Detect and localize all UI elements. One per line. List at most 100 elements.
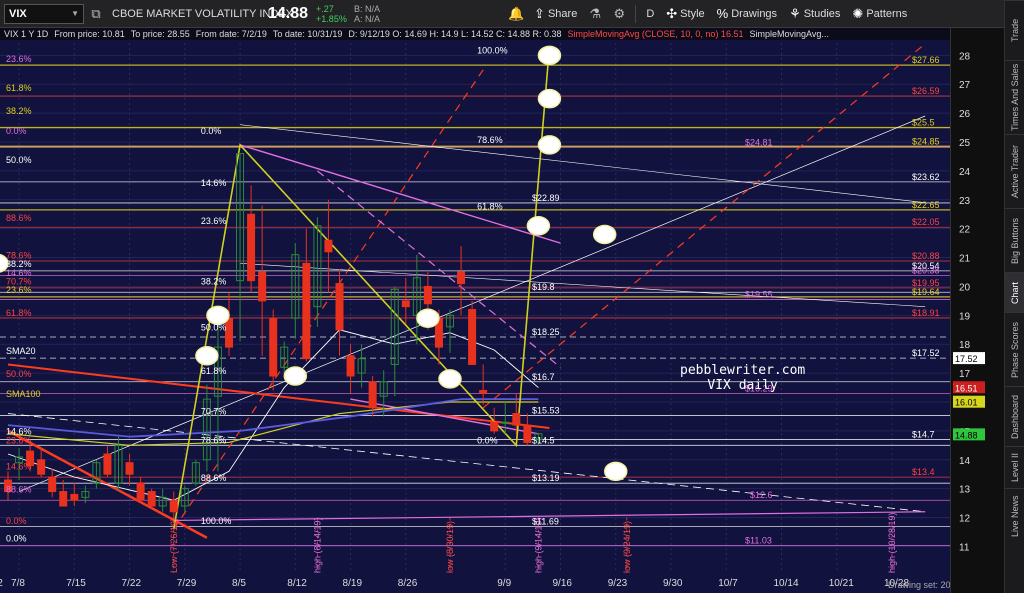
x-axis-tick: 7/22 [122, 578, 142, 589]
share-button[interactable]: ⇪ Share [528, 3, 583, 25]
sidebar-tab-big-buttons[interactable]: Big Buttons [1005, 208, 1024, 272]
candle [48, 468, 57, 498]
fib-ratio-label: 100.0% [201, 516, 232, 526]
to-date: To date: 10/31/19 [272, 29, 343, 39]
studies-icon: ⚘ [789, 5, 801, 21]
alert-bell-icon[interactable]: 🔔 [504, 3, 528, 25]
sidebar-tab-chart[interactable]: Chart [1005, 272, 1024, 312]
candle [302, 228, 311, 362]
price-badge-label: 17.52 [955, 354, 978, 364]
timeframe-button[interactable]: D [640, 3, 660, 25]
change-pct: +1.85% [316, 13, 347, 24]
price-level-label: $11.03 [745, 536, 772, 546]
sma-readout-2: SimpleMovingAvg... [749, 29, 829, 39]
candle-body [225, 317, 233, 348]
instrument-name: CBOE MARKET VOLATILITY INDEX [112, 7, 293, 20]
style-label: Style [680, 7, 705, 20]
ohlc-readout: D: 9/12/19 O: 14.69 H: 14.9 L: 14.52 C: … [348, 29, 562, 39]
x-axis-tick: 8/12 [287, 578, 307, 589]
candle-body [125, 462, 134, 475]
drawings-button[interactable]: % Drawings [711, 3, 783, 25]
candle-body [37, 459, 46, 475]
price-axis[interactable]: 28272625242322212019181716151413121117.5… [950, 28, 1004, 593]
fib-level-label: 50.0% [6, 155, 32, 165]
price-chart[interactable]: Low (7/26/19) high (8/14/19) low (8/30/19)… [0, 28, 950, 593]
sidebar-tab-live-news[interactable]: Live News [1005, 488, 1024, 544]
fib-level-label: 50.0% [6, 369, 32, 379]
x-axis-tick: 9/16 [553, 578, 573, 589]
chart-toolbar: VIX ▼ ⧉ CBOE MARKET VOLATILITY INDEX 14.… [0, 0, 1024, 28]
target-marker [438, 369, 462, 389]
y-axis-tick: 17 [959, 369, 971, 380]
flask-icon[interactable]: ⚗ [583, 3, 607, 25]
candle [390, 286, 399, 397]
last-price: 14.88 [268, 4, 309, 22]
candle-body [468, 309, 477, 365]
y-axis-tick: 26 [959, 109, 971, 120]
fib-level-label: 0.0% [6, 516, 27, 526]
price-level-label: $27.66 [912, 55, 940, 65]
price-badge-label: 14.88 [955, 430, 978, 440]
fib-ratio-label: 78.6% [201, 435, 227, 445]
candle-body [258, 271, 267, 302]
fib-ratio-label: 14.6% [201, 178, 227, 188]
fib-level-label: 88.6% [6, 484, 32, 494]
sidebar-tab-phase-scores[interactable]: Phase Scores [1005, 312, 1024, 386]
price-level-label: $25.5 [912, 118, 935, 128]
timeframe-label: D [646, 7, 655, 20]
price-level-label: $13.4 [912, 467, 935, 477]
price-level-label: $22.05 [912, 217, 940, 227]
price-level-label: $18.91 [912, 308, 940, 318]
studies-button[interactable]: ⚘ Studies [783, 3, 846, 25]
percent-icon: % [716, 6, 729, 21]
link-icon[interactable]: ⧉ [84, 3, 108, 25]
style-button[interactable]: ✣ Style [660, 3, 710, 25]
candle [280, 341, 289, 374]
trend-line [350, 398, 539, 435]
sidebar-tab-times-and-sales[interactable]: Times And Sales [1005, 60, 1024, 134]
candle [191, 459, 200, 486]
fib-ratio-label: 61.8% [477, 201, 503, 211]
fib-ratio-label: 70.7% [201, 406, 227, 416]
bid-value: B: N/A [354, 3, 381, 14]
price-level-label: $22.89 [532, 193, 560, 203]
x-axis-tick: 9/23 [608, 578, 628, 589]
watermark-site: pebblewriter.com [680, 363, 806, 378]
sidebar-tab-trade[interactable]: Trade [1005, 0, 1024, 60]
candle [225, 292, 233, 356]
candle-body [136, 482, 145, 501]
studies-label: Studies [803, 7, 841, 20]
price-change: +.27 +1.85% [316, 4, 350, 24]
candle [92, 459, 101, 489]
fib-ratio-label: 50.0% [201, 323, 227, 333]
patterns-label: Patterns [866, 7, 908, 20]
y-axis-tick: 20 [959, 282, 971, 293]
sidebar-tab-active-trader[interactable]: Active Trader [1005, 134, 1024, 208]
candle-body [335, 283, 344, 331]
candle-body [103, 453, 112, 475]
candle-body [346, 355, 355, 377]
chart-canvas[interactable]: Low (7/26/19) high (8/14/19) low (8/30/19)… [0, 28, 950, 593]
fib-level-label: 23.6% [6, 435, 32, 445]
gear-icon[interactable]: ⚙ [607, 3, 631, 25]
sidebar-tab-dashboard[interactable]: Dashboard [1005, 386, 1024, 446]
x-axis-tick: 8/19 [343, 578, 363, 589]
candle [501, 402, 510, 434]
share-icon: ⇪ [534, 5, 545, 21]
symbol-selector[interactable]: VIX ▼ [4, 3, 84, 24]
candle [180, 485, 189, 512]
fib-level-label: 14.6% [6, 461, 32, 471]
x-axis-tick: 10/21 [829, 578, 854, 589]
x-axis-tick: 8/26 [398, 578, 418, 589]
patterns-button[interactable]: ✺ Patterns [846, 3, 913, 25]
candle-body [490, 421, 499, 432]
bid-ask: B: N/A A: N/A [354, 4, 394, 24]
price-level-label: $20.88 [912, 251, 940, 261]
sidebar-tab-level-ii[interactable]: Level II [1005, 446, 1024, 488]
target-marker [537, 135, 562, 155]
candle-body [269, 317, 278, 377]
date-annotation: high (10/28/19) [887, 512, 897, 573]
fib-level-label: SMA100 [6, 389, 41, 399]
price-level-label: $14.7 [912, 430, 935, 440]
chevron-down-icon: ▼ [71, 9, 79, 18]
